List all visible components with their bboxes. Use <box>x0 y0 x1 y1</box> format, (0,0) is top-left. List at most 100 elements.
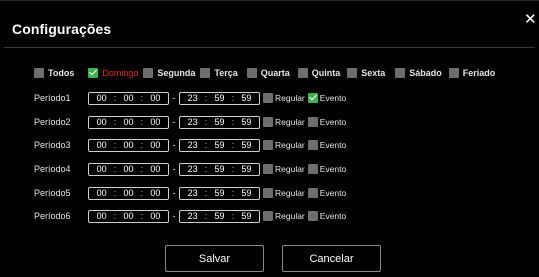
checkbox-icon[interactable] <box>263 164 273 174</box>
second-field[interactable]: 59 <box>241 164 251 174</box>
minute-field[interactable]: 00 <box>123 140 133 150</box>
day-quarta[interactable]: Quarta <box>246 68 290 78</box>
time-separator: : <box>113 164 117 174</box>
start-time-input[interactable]: 00: 00: 00 <box>88 209 169 223</box>
checkbox-icon[interactable] <box>200 68 211 78</box>
regular-label: Regular <box>275 93 305 103</box>
checkbox-icon[interactable] <box>263 93 273 103</box>
second-field[interactable]: 00 <box>150 117 160 127</box>
minute-field[interactable]: 59 <box>214 117 224 127</box>
checkbox-icon[interactable] <box>297 68 308 78</box>
start-time-input[interactable]: 00: 00: 00 <box>88 186 169 200</box>
day-domingo[interactable]: Domingo <box>88 68 138 78</box>
evento-option[interactable]: Evento <box>307 188 346 198</box>
day-sexta[interactable]: Sexta <box>347 68 385 78</box>
close-icon[interactable]: ✕ <box>524 12 537 27</box>
second-field[interactable]: 00 <box>150 188 160 198</box>
checkbox-icon[interactable] <box>246 68 257 78</box>
regular-option[interactable]: Regular <box>263 164 305 174</box>
start-time-input[interactable]: 00: 00: 00 <box>88 115 169 129</box>
evento-option[interactable]: Evento <box>307 93 346 103</box>
hour-field[interactable]: 23 <box>188 188 198 198</box>
checkbox-icon[interactable] <box>143 68 154 78</box>
checkbox-icon[interactable] <box>307 140 318 150</box>
minute-field[interactable]: 59 <box>214 164 224 174</box>
checkbox-icon[interactable] <box>307 164 318 174</box>
checkbox-icon[interactable] <box>34 68 44 78</box>
save-button[interactable]: Salvar <box>165 245 264 272</box>
second-field[interactable]: 59 <box>241 211 251 221</box>
second-field[interactable]: 59 <box>241 93 251 103</box>
end-time-input[interactable]: 23: 59: 59 <box>179 209 260 223</box>
day-quinta[interactable]: Quinta <box>297 68 341 78</box>
day-label: Terça <box>214 68 238 78</box>
second-field[interactable]: 59 <box>241 188 251 198</box>
hour-field[interactable]: 23 <box>188 117 198 127</box>
day-sabado[interactable]: Sábado <box>395 68 442 78</box>
end-time-input[interactable]: 23: 59: 59 <box>179 162 260 176</box>
hour-field[interactable]: 00 <box>97 188 107 198</box>
regular-option[interactable]: Regular <box>263 140 305 150</box>
second-field[interactable]: 00 <box>150 140 160 150</box>
minute-field[interactable]: 59 <box>214 188 224 198</box>
second-field[interactable]: 00 <box>150 211 160 221</box>
checkbox-icon[interactable] <box>263 211 273 221</box>
checkbox-icon[interactable] <box>307 117 318 127</box>
end-time-input[interactable]: 23: 59: 59 <box>179 186 260 200</box>
checkbox-icon[interactable] <box>263 117 273 127</box>
cancel-button[interactable]: Cancelar <box>282 245 381 272</box>
end-time-input[interactable]: 23: 59: 59 <box>179 91 260 105</box>
second-field[interactable]: 00 <box>150 164 160 174</box>
minute-field[interactable]: 00 <box>123 211 133 221</box>
regular-option[interactable]: Regular <box>263 117 305 127</box>
hour-field[interactable]: 23 <box>188 93 198 103</box>
minute-field[interactable]: 00 <box>123 164 133 174</box>
time-separator: : <box>231 93 235 103</box>
evento-option[interactable]: Evento <box>307 211 347 221</box>
day-todos[interactable]: Todos <box>34 68 74 78</box>
evento-option[interactable]: Evento <box>307 164 346 174</box>
evento-option[interactable]: Evento <box>307 117 346 127</box>
second-field[interactable]: 59 <box>241 117 251 127</box>
checkbox-icon[interactable] <box>347 68 358 78</box>
minute-field[interactable]: 00 <box>123 188 133 198</box>
evento-option[interactable]: Evento <box>307 140 346 150</box>
minute-field[interactable]: 00 <box>123 117 133 127</box>
checkbox-icon[interactable] <box>263 188 273 198</box>
second-field[interactable]: 59 <box>241 140 251 150</box>
day-feriado[interactable]: Feriado <box>448 68 495 78</box>
hour-field[interactable]: 23 <box>188 164 198 174</box>
checkbox-icon[interactable] <box>263 140 273 150</box>
end-time-input[interactable]: 23: 59: 59 <box>179 138 260 152</box>
minute-field[interactable]: 59 <box>214 93 224 103</box>
checkbox-checked-icon[interactable] <box>307 93 318 103</box>
checkbox-icon[interactable] <box>307 211 318 221</box>
day-label: Quinta <box>311 68 341 78</box>
hour-field[interactable]: 00 <box>97 93 107 103</box>
minute-field[interactable]: 59 <box>214 211 224 221</box>
start-time-input[interactable]: 00: 00: 00 <box>88 91 169 105</box>
start-time-input[interactable]: 00: 00: 00 <box>88 162 169 176</box>
checkbox-icon[interactable] <box>448 68 459 78</box>
hour-field[interactable]: 23 <box>188 140 198 150</box>
hour-field[interactable]: 00 <box>97 211 107 221</box>
checkbox-checked-icon[interactable] <box>88 68 99 78</box>
hour-field[interactable]: 00 <box>97 164 107 174</box>
evento-label: Evento <box>319 211 347 221</box>
hour-field[interactable]: 00 <box>97 117 107 127</box>
time-separator: : <box>231 117 235 127</box>
start-time-input[interactable]: 00: 00: 00 <box>88 138 169 152</box>
checkbox-icon[interactable] <box>395 68 406 78</box>
second-field[interactable]: 00 <box>150 93 160 103</box>
checkbox-icon[interactable] <box>307 188 318 198</box>
day-segunda[interactable]: Segunda <box>143 68 195 78</box>
day-terca[interactable]: Terça <box>200 68 238 78</box>
regular-option[interactable]: Regular <box>263 93 305 103</box>
regular-option[interactable]: Regular <box>263 188 305 198</box>
end-time-input[interactable]: 23: 59: 59 <box>179 115 260 129</box>
minute-field[interactable]: 59 <box>214 140 224 150</box>
hour-field[interactable]: 00 <box>97 140 107 150</box>
regular-option[interactable]: Regular <box>263 211 305 221</box>
hour-field[interactable]: 23 <box>188 211 198 221</box>
minute-field[interactable]: 00 <box>123 93 133 103</box>
